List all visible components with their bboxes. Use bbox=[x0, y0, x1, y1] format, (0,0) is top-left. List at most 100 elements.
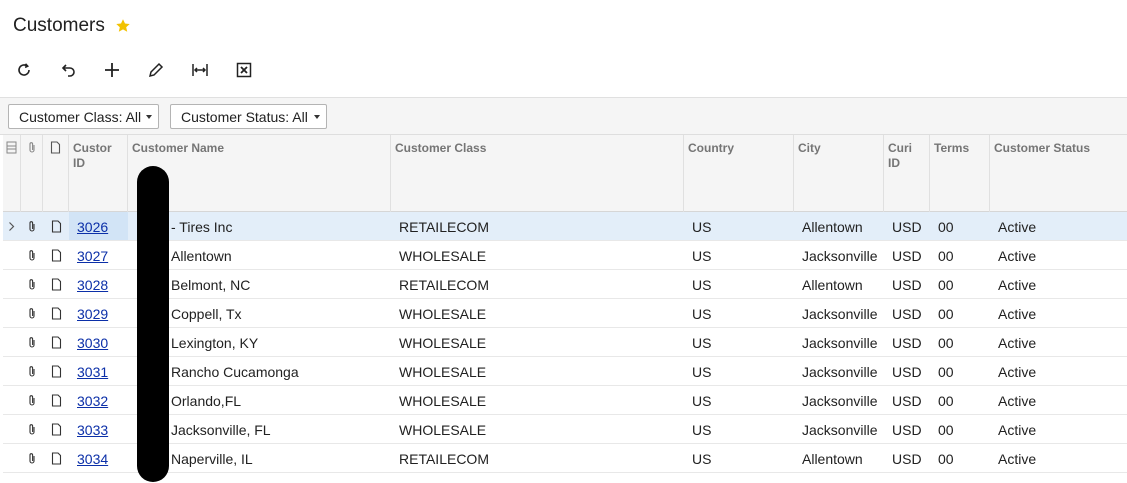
table-row[interactable]: 3028 Belmont, NC RETAILECOM US Allentown USD 0… bbox=[3, 270, 1127, 299]
cell-customer-status: Active bbox=[998, 451, 1037, 467]
edit-button[interactable] bbox=[142, 56, 170, 84]
note-icon[interactable] bbox=[43, 357, 69, 385]
customer-id-link[interactable]: 3034 bbox=[77, 451, 108, 467]
cell-currency-id: USD bbox=[892, 219, 922, 235]
cell-customer-id: 3030 bbox=[69, 328, 128, 356]
customer-id-link[interactable]: 3033 bbox=[77, 422, 108, 438]
paperclip-icon[interactable] bbox=[21, 270, 43, 298]
note-icon[interactable] bbox=[43, 212, 69, 240]
customer-id-link[interactable]: 3030 bbox=[77, 335, 108, 351]
table-row[interactable]: 3033 Jacksonville, FL WHOLESALE US Jacksonvi… bbox=[3, 415, 1127, 444]
cell-country: US bbox=[692, 422, 712, 438]
customer-id-link[interactable]: 3026 bbox=[77, 219, 108, 235]
page-header: Customers bbox=[13, 14, 131, 38]
cell-customer-name: Orlando,FL bbox=[171, 393, 242, 409]
cell-terms: 00 bbox=[938, 451, 954, 467]
header-country[interactable]: Country bbox=[684, 135, 794, 212]
table-row[interactable]: 3030 Lexington, KY WHOLESALE US Jacksonville… bbox=[3, 328, 1127, 357]
fit-width-icon bbox=[192, 64, 208, 76]
cell-customer-name: Allentown bbox=[171, 248, 232, 264]
paperclip-icon bbox=[28, 142, 35, 153]
fit-columns-button[interactable] bbox=[186, 56, 214, 84]
header-city[interactable]: City bbox=[794, 135, 884, 212]
table-row[interactable]: 3032 Orlando,FL WHOLESALE US Jacksonville USD… bbox=[3, 386, 1127, 415]
note-icon[interactable] bbox=[43, 415, 69, 443]
cell-currency-id: USD bbox=[892, 248, 922, 264]
note-icon[interactable] bbox=[43, 241, 69, 269]
row-selector-chevron-icon[interactable] bbox=[3, 212, 19, 240]
paperclip-icon[interactable] bbox=[21, 386, 43, 414]
table-row[interactable]: 3034 Naperville, IL RETAILECOM US Allentown U… bbox=[3, 444, 1127, 473]
cell-city: Jacksonville bbox=[802, 335, 878, 351]
row-selector[interactable] bbox=[3, 357, 19, 385]
header-customer-status[interactable]: Customer Status bbox=[990, 135, 1127, 212]
table-row[interactable]: 3026 - Tires Inc RETAILECOM US Allentown USD 0… bbox=[3, 212, 1127, 241]
cell-city: Jacksonville bbox=[802, 364, 878, 380]
customer-status-filter[interactable]: Customer Status: All bbox=[170, 104, 327, 129]
cell-customer-id: 3034 bbox=[69, 444, 128, 472]
note-icon[interactable] bbox=[43, 270, 69, 298]
cell-currency-id: USD bbox=[892, 422, 922, 438]
cell-country: US bbox=[692, 451, 712, 467]
paperclip-icon[interactable] bbox=[21, 357, 43, 385]
paperclip-icon[interactable] bbox=[21, 444, 43, 472]
row-selector[interactable] bbox=[3, 241, 19, 269]
row-selector[interactable] bbox=[3, 415, 19, 443]
customer-status-filter-label: Customer Status: All bbox=[181, 108, 308, 125]
cell-currency-id: USD bbox=[892, 306, 922, 322]
paperclip-icon[interactable] bbox=[21, 241, 43, 269]
row-selector[interactable] bbox=[3, 328, 19, 356]
row-selector[interactable] bbox=[3, 386, 19, 414]
note-icon[interactable] bbox=[43, 386, 69, 414]
customer-id-link[interactable]: 3029 bbox=[77, 306, 108, 322]
note-icon[interactable] bbox=[43, 299, 69, 327]
plus-icon bbox=[105, 63, 119, 77]
header-customer-class[interactable]: Customer Class bbox=[391, 135, 684, 212]
refresh-button[interactable] bbox=[10, 56, 38, 84]
cell-currency-id: USD bbox=[892, 364, 922, 380]
customer-id-link[interactable]: 3031 bbox=[77, 364, 108, 380]
row-selector[interactable] bbox=[3, 270, 19, 298]
customer-id-link[interactable]: 3028 bbox=[77, 277, 108, 293]
favorite-star-icon[interactable] bbox=[115, 18, 131, 34]
table-row[interactable]: 3029 Coppell, Tx WHOLESALE US Jacksonville US… bbox=[3, 299, 1127, 328]
cell-customer-id: 3033 bbox=[69, 415, 128, 443]
cell-customer-id: 3028 bbox=[69, 270, 128, 298]
cell-customer-id: 3031 bbox=[69, 357, 128, 385]
header-customer-id[interactable]: Custor ID bbox=[69, 135, 128, 212]
undo-icon bbox=[61, 64, 75, 77]
cell-customer-status: Active bbox=[998, 364, 1037, 380]
cell-country: US bbox=[692, 277, 712, 293]
cell-customer-name: Lexington, KY bbox=[171, 335, 259, 351]
attachments-header[interactable] bbox=[21, 135, 43, 212]
row-selector[interactable] bbox=[3, 299, 19, 327]
header-terms[interactable]: Terms bbox=[930, 135, 990, 212]
note-icon[interactable] bbox=[43, 444, 69, 472]
paperclip-icon[interactable] bbox=[21, 212, 43, 240]
note-icon[interactable] bbox=[43, 328, 69, 356]
header-currency-id[interactable]: Curi ID bbox=[884, 135, 930, 212]
export-excel-button[interactable] bbox=[230, 56, 258, 84]
cell-customer-id: 3029 bbox=[69, 299, 128, 327]
paperclip-icon[interactable] bbox=[21, 299, 43, 327]
column-settings-header[interactable] bbox=[3, 135, 21, 212]
customer-id-link[interactable]: 3027 bbox=[77, 248, 108, 264]
paperclip-icon[interactable] bbox=[21, 415, 43, 443]
table-row[interactable]: 3031 Rancho Cucamonga WHOLESALE US Jacksonvi… bbox=[3, 357, 1127, 386]
cell-city: Jacksonville bbox=[802, 393, 878, 409]
toolbar bbox=[10, 56, 274, 84]
notes-header[interactable] bbox=[43, 135, 69, 212]
filter-bar: Customer Class: All Customer Status: All bbox=[0, 97, 1127, 135]
cell-customer-class: WHOLESALE bbox=[399, 422, 487, 438]
cell-terms: 00 bbox=[938, 219, 954, 235]
pencil-icon bbox=[148, 62, 164, 78]
row-selector[interactable] bbox=[3, 444, 19, 472]
paperclip-icon[interactable] bbox=[21, 328, 43, 356]
table-row[interactable]: 3027 Allentown WHOLESALE US Jacksonville USD 0… bbox=[3, 241, 1127, 270]
customer-id-link[interactable]: 3032 bbox=[77, 393, 108, 409]
add-button[interactable] bbox=[98, 56, 126, 84]
cell-customer-class: WHOLESALE bbox=[399, 306, 487, 322]
undo-button[interactable] bbox=[54, 56, 82, 84]
customer-class-filter[interactable]: Customer Class: All bbox=[8, 104, 159, 129]
grid-body: 3026 - Tires Inc RETAILECOM US Allentown USD 0… bbox=[3, 212, 1127, 473]
